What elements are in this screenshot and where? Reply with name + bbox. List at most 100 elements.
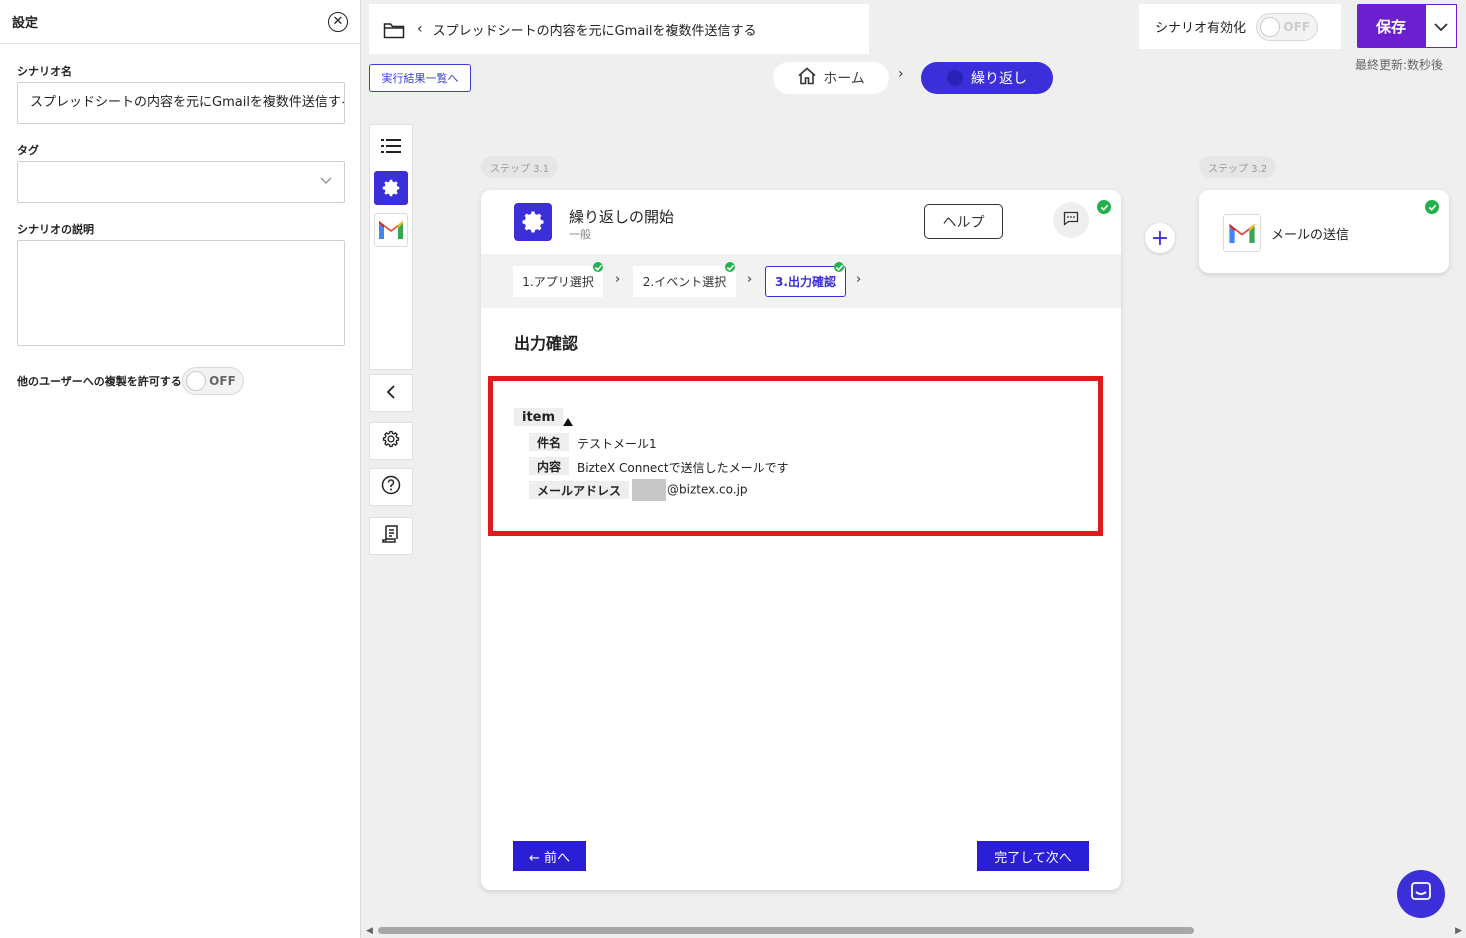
- tab-event-select[interactable]: 2.イベント選択: [633, 266, 736, 297]
- allow-copy-toggle-text: OFF: [209, 374, 236, 388]
- comment-icon: [1063, 211, 1079, 230]
- output-root-key[interactable]: item: [514, 408, 564, 426]
- chevron-left-icon: [386, 384, 396, 403]
- chat-icon: [1410, 881, 1432, 907]
- section-title: 出力確認: [514, 334, 579, 353]
- loop-crumb[interactable]: 繰り返し: [921, 62, 1053, 94]
- settings-title: 設定: [12, 16, 39, 31]
- scenario-enable-box: シナリオ有効化 OFF: [1139, 4, 1341, 49]
- scenario-enable-toggle[interactable]: OFF: [1256, 12, 1319, 41]
- loop-crumb-label: 繰り返し: [971, 71, 1027, 87]
- back-chevron-icon[interactable]: ‹: [417, 21, 423, 37]
- output-key: メールアドレス: [529, 481, 630, 499]
- output-root-key-label: item: [522, 409, 556, 425]
- log-button[interactable]: [369, 517, 413, 555]
- output-value: テストメール1: [577, 437, 657, 451]
- tab-app-select-label: 1.アプリ選択: [522, 275, 594, 289]
- chevron-right-icon: ›: [615, 272, 621, 287]
- results-list-link[interactable]: 実行結果一覧へ: [369, 64, 471, 92]
- check-icon: [725, 262, 735, 272]
- scenario-name-label: シナリオ名: [17, 65, 72, 78]
- tag-label: タグ: [17, 144, 39, 157]
- scrollbar-thumb[interactable]: [378, 927, 1194, 934]
- toggle-knob: [1260, 16, 1281, 37]
- tab-app-select[interactable]: 1.アプリ選択: [513, 266, 603, 297]
- allow-copy-toggle[interactable]: OFF: [181, 367, 244, 395]
- step-navigator: [369, 124, 413, 370]
- output-key: 内容: [529, 457, 570, 475]
- complete-next-button[interactable]: 完了して次へ: [977, 841, 1089, 871]
- add-step-button[interactable]: +: [1145, 223, 1175, 253]
- tag-select[interactable]: [17, 161, 345, 203]
- toggle-knob: [185, 371, 206, 391]
- gmail-icon: [374, 213, 408, 247]
- gear-icon: [381, 429, 401, 453]
- enable-label: シナリオ有効化: [1155, 21, 1247, 36]
- collapse-button[interactable]: [369, 374, 413, 412]
- tab-event-select-label: 2.イベント選択: [642, 275, 727, 289]
- tab-output-check-label: 3.出力確認: [775, 275, 836, 289]
- check-icon: [1425, 200, 1439, 214]
- chevron-down-icon: [320, 175, 332, 188]
- description-label: シナリオの説明: [17, 223, 94, 236]
- horizontal-scrollbar[interactable]: ◀ ▶: [362, 924, 1466, 938]
- folder-icon[interactable]: [383, 21, 405, 38]
- scenario-breadcrumb: ‹ スプレッドシートの内容を元にGmailを複数件送信する: [369, 4, 869, 54]
- output-key: 件名: [529, 433, 570, 451]
- check-icon: [593, 262, 603, 272]
- settings-header: 設定 ✕: [0, 0, 360, 44]
- allow-copy-label: 他のユーザーへの複製を許可する: [17, 375, 182, 388]
- question-icon: [381, 475, 401, 499]
- gmail-icon: [1223, 214, 1261, 252]
- card-header: 繰り返しの開始 一般 ヘルプ: [481, 190, 1121, 254]
- step-label-3-2: ステップ 3.2: [1199, 156, 1277, 178]
- step-label-3-1: ステップ 3.1: [481, 156, 559, 178]
- settings-panel: 設定 ✕ シナリオ名 スプレッドシートの内容を元にGmailを複数件送信する タ…: [0, 0, 361, 938]
- close-icon[interactable]: ✕: [328, 11, 348, 32]
- comment-button[interactable]: [1053, 202, 1089, 238]
- check-icon: [834, 262, 844, 272]
- chat-support-button[interactable]: [1397, 870, 1445, 918]
- prev-button[interactable]: ← 前へ: [513, 841, 586, 871]
- chevron-right-icon: ›: [747, 272, 753, 287]
- step-loop-icon[interactable]: [370, 167, 412, 209]
- chevron-right-icon: ›: [856, 272, 862, 287]
- card-title: 繰り返しの開始: [569, 208, 675, 226]
- step-card: 繰り返しの開始 一般 ヘルプ 1.アプリ選択 › 2.イベント選択 › 3.出力…: [481, 190, 1121, 890]
- gear-icon: [374, 171, 408, 205]
- list-icon[interactable]: [370, 125, 412, 167]
- scenario-name-input[interactable]: スプレッドシートの内容を元にGmailを複数件送信する: [17, 82, 345, 124]
- scroll-right-icon[interactable]: ▶: [1455, 924, 1462, 938]
- settings-button[interactable]: [369, 422, 413, 460]
- scroll-left-icon[interactable]: ◀: [366, 924, 373, 938]
- redaction-mask: [632, 479, 666, 501]
- loop-icon: [947, 70, 963, 86]
- chevron-right-icon: ›: [898, 66, 904, 82]
- help-button[interactable]: [369, 468, 413, 506]
- chevron-down-icon: [1434, 17, 1448, 36]
- output-value: @biztex.co.jp: [667, 482, 748, 497]
- scenario-enable-toggle-text: OFF: [1283, 19, 1311, 34]
- home-crumb[interactable]: ホーム: [773, 62, 889, 94]
- card-subtitle: 一般: [569, 228, 591, 241]
- scenario-title: スプレッドシートの内容を元にGmailを複数件送信する: [432, 23, 757, 39]
- next-step-card[interactable]: メールの送信: [1199, 190, 1449, 273]
- output-value: BizteX Connectで送信したメールです: [577, 461, 789, 475]
- output-value-email: @biztex.co.jp: [632, 479, 748, 501]
- output-highlight-box: item 件名 テストメール1 内容 BizteX Connectで送信したメー…: [488, 376, 1103, 536]
- step-gmail-icon[interactable]: [370, 209, 412, 251]
- description-textarea[interactable]: [17, 240, 345, 346]
- caret-up-icon[interactable]: [563, 411, 573, 430]
- save-button[interactable]: 保存: [1357, 4, 1425, 48]
- last-update-text: 最終更新:数秒後: [1355, 58, 1444, 72]
- home-crumb-label: ホーム: [823, 71, 865, 87]
- step-tabs: 1.アプリ選択 › 2.イベント選択 › 3.出力確認 ›: [481, 254, 1121, 308]
- save-dropdown-button[interactable]: [1425, 4, 1457, 48]
- gear-icon: [514, 203, 552, 241]
- next-step-title: メールの送信: [1271, 228, 1350, 243]
- allow-copy-row: 他のユーザーへの複製を許可する OFF: [17, 367, 244, 395]
- document-icon: [381, 524, 401, 548]
- home-icon: [797, 67, 817, 89]
- help-button[interactable]: ヘルプ: [924, 204, 1003, 239]
- check-icon: [1097, 200, 1111, 214]
